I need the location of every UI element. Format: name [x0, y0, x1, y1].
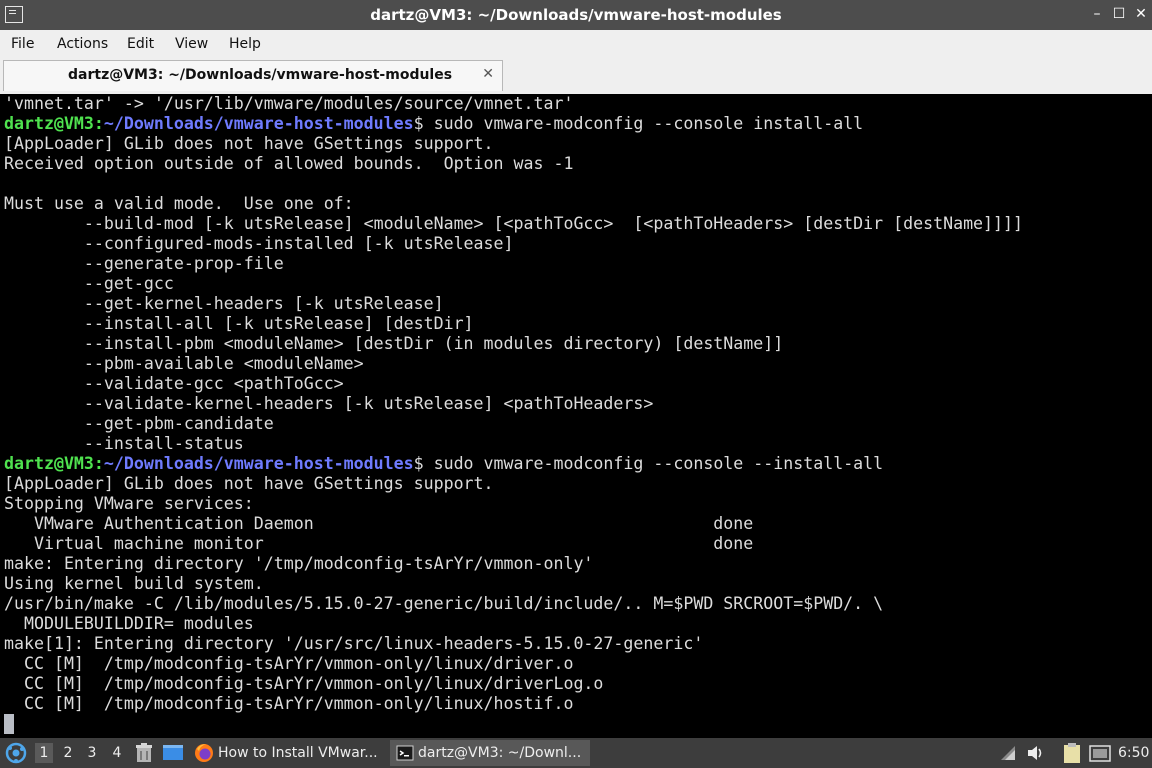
network-icon[interactable] — [999, 744, 1017, 762]
tab-label: dartz@VM3: ~/Downloads/vmware-host-modul… — [68, 67, 453, 83]
trash-icon[interactable] — [134, 742, 154, 764]
maximize-button[interactable]: ☐ — [1109, 4, 1129, 24]
prompt-path: ~/Downloads/vmware-host-modules — [103, 114, 414, 133]
terminal-line: Received option outside of allowed bound… — [4, 154, 574, 173]
desktop-4[interactable]: 4 — [108, 743, 126, 763]
terminal-line: make[1]: Entering directory '/usr/src/li… — [4, 634, 704, 653]
command-text: $ sudo vmware-modconfig --console instal… — [413, 114, 864, 133]
terminal-task-button[interactable]: dartz@VM3: ~/Downl... — [390, 740, 590, 766]
window-title: dartz@VM3: ~/Downloads/vmware-host-modul… — [370, 6, 782, 24]
terminal-line: CC [M] /tmp/modconfig-tsArYr/vmmon-only/… — [4, 674, 604, 693]
terminal-line: /usr/bin/make -C /lib/modules/5.15.0-27-… — [4, 594, 884, 613]
window-titlebar[interactable]: dartz@VM3: ~/Downloads/vmware-host-modul… — [0, 0, 1152, 30]
terminal-line: --install-status — [4, 434, 244, 453]
show-desktop-icon[interactable] — [162, 743, 184, 763]
desktop-3[interactable]: 3 — [83, 743, 101, 763]
prompt-user: dartz@VM3: — [4, 114, 104, 133]
menu-edit[interactable]: Edit — [127, 36, 154, 52]
tab-strip: dartz@VM3: ~/Downloads/vmware-host-modul… — [0, 60, 1152, 95]
menu-help[interactable]: Help — [229, 36, 261, 52]
terminal-line: --pbm-available <moduleName> — [4, 354, 364, 373]
terminal-line: make: Entering directory '/tmp/modconfig… — [4, 554, 594, 573]
terminal-output[interactable]: 'vmnet.tar' -> '/usr/lib/vmware/modules/… — [0, 94, 1152, 738]
menu-view[interactable]: View — [175, 36, 208, 52]
volume-icon[interactable] — [1026, 744, 1046, 762]
terminal-line: 'vmnet.tar' -> '/usr/lib/vmware/modules/… — [4, 94, 574, 113]
screenshot-icon[interactable] — [1089, 743, 1111, 763]
desktop-1[interactable]: 1 — [35, 743, 53, 763]
terminal-line: --build-mod [-k utsRelease] <moduleName>… — [4, 214, 1024, 233]
terminal-prompt-line: dartz@VM3:~/Downloads/vmware-host-module… — [4, 454, 883, 474]
terminal-line: Must use a valid mode. Use one of: — [4, 194, 354, 213]
firefox-task-button[interactable]: How to Install VMwar... — [190, 740, 386, 766]
terminal-line: MODULEBUILDDIR= modules — [4, 614, 254, 633]
menubar: File Actions Edit View Help — [0, 30, 1152, 60]
prompt-path: ~/Downloads/vmware-host-modules — [103, 454, 414, 473]
prompt-user: dartz@VM3: — [4, 454, 104, 473]
terminal-line: Stopping VMware services: — [4, 494, 254, 513]
terminal-line: --configured-mods-installed [-k utsRelea… — [4, 234, 514, 253]
terminal-line: Using kernel build system. — [4, 574, 264, 593]
tab-close-icon[interactable]: ✕ — [482, 66, 494, 82]
terminal-line: [AppLoader] GLib does not have GSettings… — [4, 474, 494, 493]
taskbar: 1 2 3 4 How to Install VMwar... dartz@VM… — [0, 738, 1152, 768]
terminal-line: --validate-gcc <pathToGcc> — [4, 374, 344, 393]
terminal-prompt-line: dartz@VM3:~/Downloads/vmware-host-module… — [4, 114, 863, 134]
firefox-task-label: How to Install VMwar... — [218, 745, 378, 761]
terminal-task-label: dartz@VM3: ~/Downl... — [418, 745, 582, 761]
menu-actions[interactable]: Actions — [57, 36, 108, 52]
terminal-line: --install-all [-k utsRelease] [destDir] — [4, 314, 474, 333]
desktop-2[interactable]: 2 — [59, 743, 77, 763]
close-button[interactable]: ✕ — [1131, 4, 1151, 24]
terminal-line: --get-pbm-candidate — [4, 414, 274, 433]
terminal-line: Virtual machine monitor done — [4, 534, 754, 553]
firefox-icon — [195, 744, 213, 762]
terminal-line: CC [M] /tmp/modconfig-tsArYr/vmmon-only/… — [4, 654, 574, 673]
terminal-line: CC [M] /tmp/modconfig-tsArYr/vmmon-only/… — [4, 694, 574, 713]
terminal-tab[interactable]: dartz@VM3: ~/Downloads/vmware-host-modul… — [3, 60, 503, 91]
menu-file[interactable]: File — [11, 36, 34, 52]
terminal-line: --generate-prop-file — [4, 254, 284, 273]
command-text: $ sudo vmware-modconfig --console --inst… — [413, 454, 884, 473]
clock[interactable]: 6:50 — [1118, 738, 1149, 768]
start-menu-icon[interactable] — [5, 742, 27, 764]
terminal-icon — [396, 745, 414, 761]
terminal-line: VMware Authentication Daemon done — [4, 514, 754, 533]
terminal-line: --get-kernel-headers [-k utsRelease] — [4, 294, 444, 313]
terminal-line: [AppLoader] GLib does not have GSettings… — [4, 134, 494, 153]
minimize-button[interactable]: – — [1087, 4, 1107, 24]
terminal-line: --get-gcc — [4, 274, 174, 293]
terminal-line: --validate-kernel-headers [-k utsRelease… — [4, 394, 654, 413]
terminal-line: --install-pbm <moduleName> [destDir (in … — [4, 334, 784, 353]
terminal-cursor — [4, 714, 14, 734]
clipboard-icon[interactable] — [1062, 742, 1082, 764]
